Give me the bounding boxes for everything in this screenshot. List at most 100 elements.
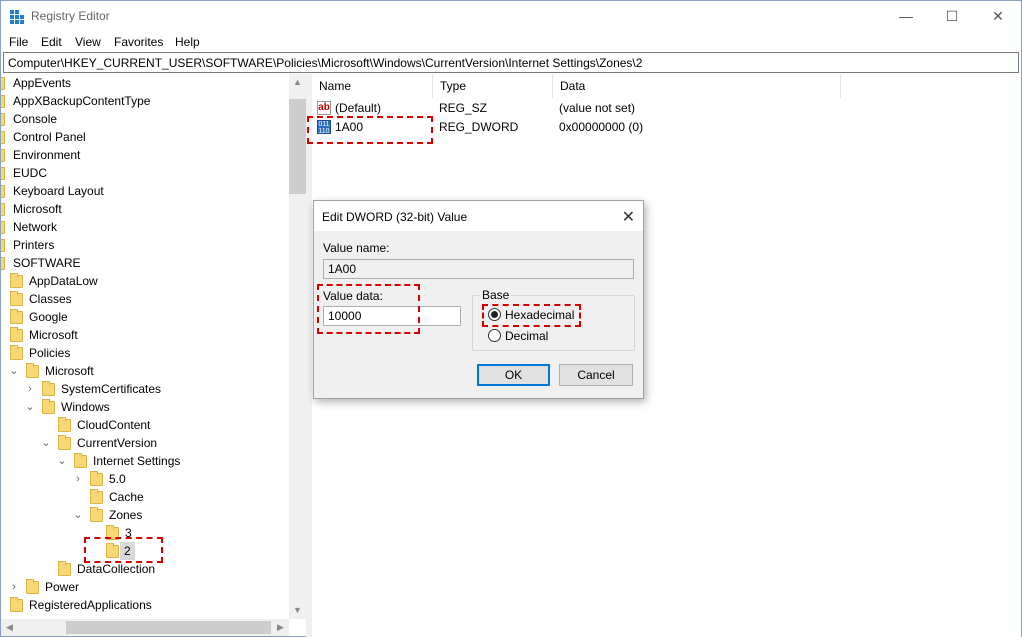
value-row-default[interactable]: ab (Default) [312,99,433,117]
highlight-zone-2 [84,537,163,563]
tree-node-label: SOFTWARE [13,256,81,270]
highlight-value-data [317,284,420,334]
folder-icon [1,203,5,216]
chevron-down-icon[interactable]: ⌄ [41,434,51,452]
menu-help[interactable]: Help [175,35,200,49]
scroll-left-icon[interactable]: ◀ [1,619,18,636]
folder-icon [1,167,5,180]
folder-icon [10,597,23,612]
cancel-button[interactable]: Cancel [559,364,633,386]
title-bar: Registry Editor — ☐ ✕ [1,1,1021,32]
tree-node-label: Microsoft [45,364,94,378]
registry-editor-icon [10,10,24,24]
folder-icon [1,113,5,126]
value-name-field: 1A00 [323,259,634,279]
registry-editor-window: Registry Editor — ☐ ✕ File Edit View Fav… [0,0,1022,637]
tree-node-label: Google [29,310,68,324]
tree-node-label: Windows [61,400,110,414]
chevron-right-icon[interactable]: › [9,578,19,596]
tree-node-label: Control Panel [13,130,86,144]
value-name: (Default) [335,101,382,115]
folder-icon [90,507,103,522]
value-type: REG_SZ [439,101,488,115]
tree-node-label: SystemCertificates [61,382,162,396]
tree-node-label: AppDataLow [29,274,98,288]
tree-node-label: Zones [109,508,143,522]
chevron-right-icon[interactable]: › [25,380,35,398]
folder-icon [42,381,55,396]
folder-icon [90,489,103,504]
menu-favorites[interactable]: Favorites [114,35,163,49]
tree-node-label: Console [13,112,58,126]
address-bar[interactable]: Computer\HKEY_CURRENT_USER\SOFTWARE\Poli… [3,52,1019,73]
folder-icon [10,273,23,288]
folder-icon [1,131,5,144]
folder-icon [1,221,5,234]
base-label: Base [480,288,512,302]
folder-icon [10,291,23,306]
chevron-down-icon[interactable]: ⌄ [25,398,35,416]
menu-file[interactable]: File [9,35,28,49]
tree-node-label: Microsoft [29,328,78,342]
registry-tree: AppEvents AppXBackupContentType Console … [1,74,289,619]
menu-view[interactable]: View [75,35,101,49]
folder-icon [1,257,5,270]
ok-button[interactable]: OK [477,364,550,386]
tree-node-label: Printers [13,238,55,252]
chevron-right-icon[interactable]: › [73,470,83,488]
tree-node-label: EUDC [13,166,48,180]
tree-node-label: Power [45,580,80,594]
tree-node-label: Environment [13,148,81,162]
chevron-down-icon[interactable]: ⌄ [9,362,19,380]
tree-node-label: Keyboard Layout [13,184,104,198]
decimal-label[interactable]: Decimal [505,329,548,343]
edit-dword-dialog: Edit DWORD (32-bit) Value ✕ Value name: … [313,200,644,399]
tree-vertical-scrollbar[interactable]: ▲ ▼ [289,74,306,619]
folder-icon [90,471,103,486]
folder-icon [74,453,87,468]
tree-node-label: CurrentVersion [77,436,158,450]
close-button[interactable]: ✕ [975,1,1021,32]
value-data: 0x00000000 (0) [559,120,644,134]
menu-edit[interactable]: Edit [41,35,62,49]
tree-node-label: 5.0 [109,472,126,486]
tree-node-label: Cache [109,490,144,504]
tree-node-label: AppXBackupContentType [13,94,151,108]
folder-icon [1,185,5,198]
tree-node-label: Network [13,220,58,234]
folder-icon [42,399,55,414]
folder-icon [1,149,5,162]
tree-node-label: Internet Settings [93,454,181,468]
folder-icon [10,327,23,342]
value-data: (value not set) [559,101,636,115]
tree-horizontal-scrollbar[interactable]: ◀ ▶ [1,619,289,636]
folder-icon [26,579,39,594]
folder-icon [58,561,71,576]
column-header-name[interactable]: Name [312,74,433,98]
tree-node-label: RegisteredApplications [29,598,152,612]
tree-node-label: AppEvents [13,76,72,90]
folder-icon [10,309,23,324]
scroll-up-icon[interactable]: ▲ [289,74,306,91]
tree-node-label: Classes [29,292,72,306]
value-type: REG_DWORD [439,120,519,134]
decimal-radio[interactable] [488,329,501,342]
highlight-hexadecimal [482,304,581,327]
scrollbar-thumb[interactable] [289,99,306,194]
column-header-data[interactable]: Data [553,74,841,98]
scroll-down-icon[interactable]: ▼ [289,602,306,619]
minimize-button[interactable]: — [883,1,929,32]
chevron-down-icon[interactable]: ⌄ [57,452,67,470]
column-header-type[interactable]: Type [433,74,553,98]
maximize-button[interactable]: ☐ [929,1,975,32]
folder-icon [1,95,5,108]
folder-icon [1,77,5,90]
folder-icon [1,239,5,252]
scrollbar-thumb[interactable] [66,621,271,634]
menu-bar: File Edit View Favorites Help [1,32,1021,52]
dialog-close-icon[interactable]: ✕ [622,207,635,227]
chevron-down-icon[interactable]: ⌄ [73,506,83,524]
tree-node-label: Microsoft [13,202,62,216]
scroll-right-icon[interactable]: ▶ [272,619,289,636]
dialog-title: Edit DWORD (32-bit) Value [314,201,643,231]
